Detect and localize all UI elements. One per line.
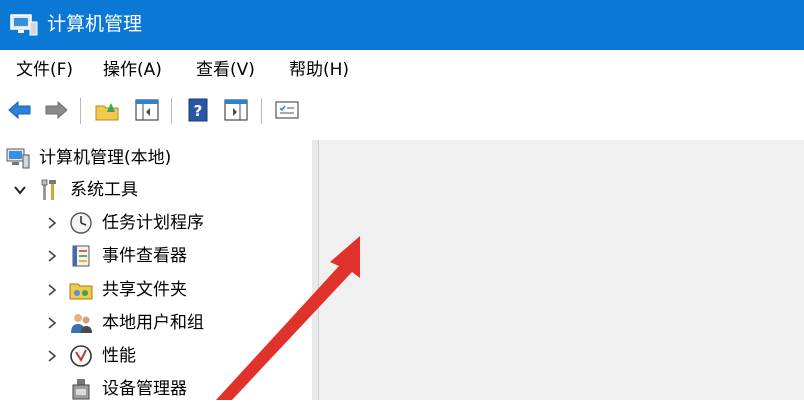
- chevron-right-icon[interactable]: [45, 249, 59, 263]
- window-title: 计算机管理: [47, 13, 143, 35]
- tree-item-shared-folders[interactable]: 共享文件夹: [45, 275, 187, 305]
- shared-folder-icon: [69, 278, 93, 302]
- tree-item-label: 共享文件夹: [102, 280, 187, 300]
- menu-help[interactable]: 帮助(H): [289, 59, 349, 81]
- action-pane-button[interactable]: [222, 96, 250, 124]
- tree-item-label: 性能: [102, 346, 136, 366]
- event-viewer-icon: [69, 244, 93, 268]
- users-icon: [69, 311, 93, 335]
- title-bar: 计算机管理: [0, 0, 804, 50]
- menu-file[interactable]: 文件(F): [16, 59, 73, 81]
- navigation-tree: 计算机管理(本地) 系统工具 任务计划程序 事件查看器 共享文件夹 本地用户和组…: [0, 140, 310, 400]
- menu-action[interactable]: 操作(A): [103, 59, 162, 81]
- toolbar-separator: [171, 98, 172, 124]
- help-icon: ?: [188, 98, 208, 122]
- performance-icon: [69, 344, 93, 368]
- folder-up-icon: [95, 103, 119, 121]
- details-pane: [318, 140, 804, 400]
- svg-text:?: ?: [194, 102, 203, 120]
- tools-icon: [37, 178, 61, 202]
- chevron-right-icon[interactable]: [45, 216, 59, 230]
- show-hide-tree-button[interactable]: [133, 96, 161, 124]
- menu-view[interactable]: 查看(V): [196, 59, 255, 81]
- tree-item-label: 计算机管理(本地): [39, 148, 172, 168]
- tree-item-label: 本地用户和组: [102, 313, 204, 333]
- chevron-right-icon[interactable]: [45, 316, 59, 330]
- tree-item-computer-management-local[interactable]: 计算机管理(本地): [6, 143, 171, 173]
- chevron-down-icon[interactable]: [13, 183, 27, 197]
- menu-bar: 文件(F) 操作(A) 查看(V) 帮助(H): [0, 50, 804, 90]
- tree-item-label: 任务计划程序: [102, 213, 204, 233]
- toolbar-separator: [261, 98, 262, 124]
- toolbar: ?: [0, 90, 804, 132]
- up-level-button[interactable]: [93, 96, 121, 124]
- tree-item-performance[interactable]: 性能: [45, 341, 136, 371]
- toolbar-separator: [80, 98, 81, 124]
- forward-icon: [45, 100, 68, 120]
- properties-icon: [275, 101, 299, 119]
- show-hide-tree-icon: [135, 99, 159, 121]
- properties-button[interactable]: [273, 96, 301, 124]
- tree-item-task-scheduler[interactable]: 任务计划程序: [45, 208, 204, 238]
- computer-management-app-icon: [10, 14, 38, 36]
- help-button[interactable]: ?: [184, 96, 212, 124]
- tree-item-event-viewer[interactable]: 事件查看器: [45, 241, 187, 271]
- chevron-right-icon[interactable]: [45, 283, 59, 297]
- tree-item-label: 事件查看器: [102, 246, 187, 266]
- device-manager-icon: [69, 377, 93, 401]
- action-pane-icon: [224, 99, 248, 121]
- forward-button[interactable]: [42, 96, 70, 124]
- back-icon: [8, 100, 31, 120]
- chevron-right-icon[interactable]: [45, 349, 59, 363]
- tree-item-label: 系统工具: [70, 180, 138, 200]
- tree-item-label: 设备管理器: [102, 379, 187, 399]
- tree-item-local-users-groups[interactable]: 本地用户和组: [45, 308, 204, 338]
- tree-item-system-tools[interactable]: 系统工具: [13, 175, 138, 205]
- clock-icon: [69, 211, 93, 235]
- back-button[interactable]: [6, 96, 34, 124]
- computer-management-icon: [6, 146, 30, 170]
